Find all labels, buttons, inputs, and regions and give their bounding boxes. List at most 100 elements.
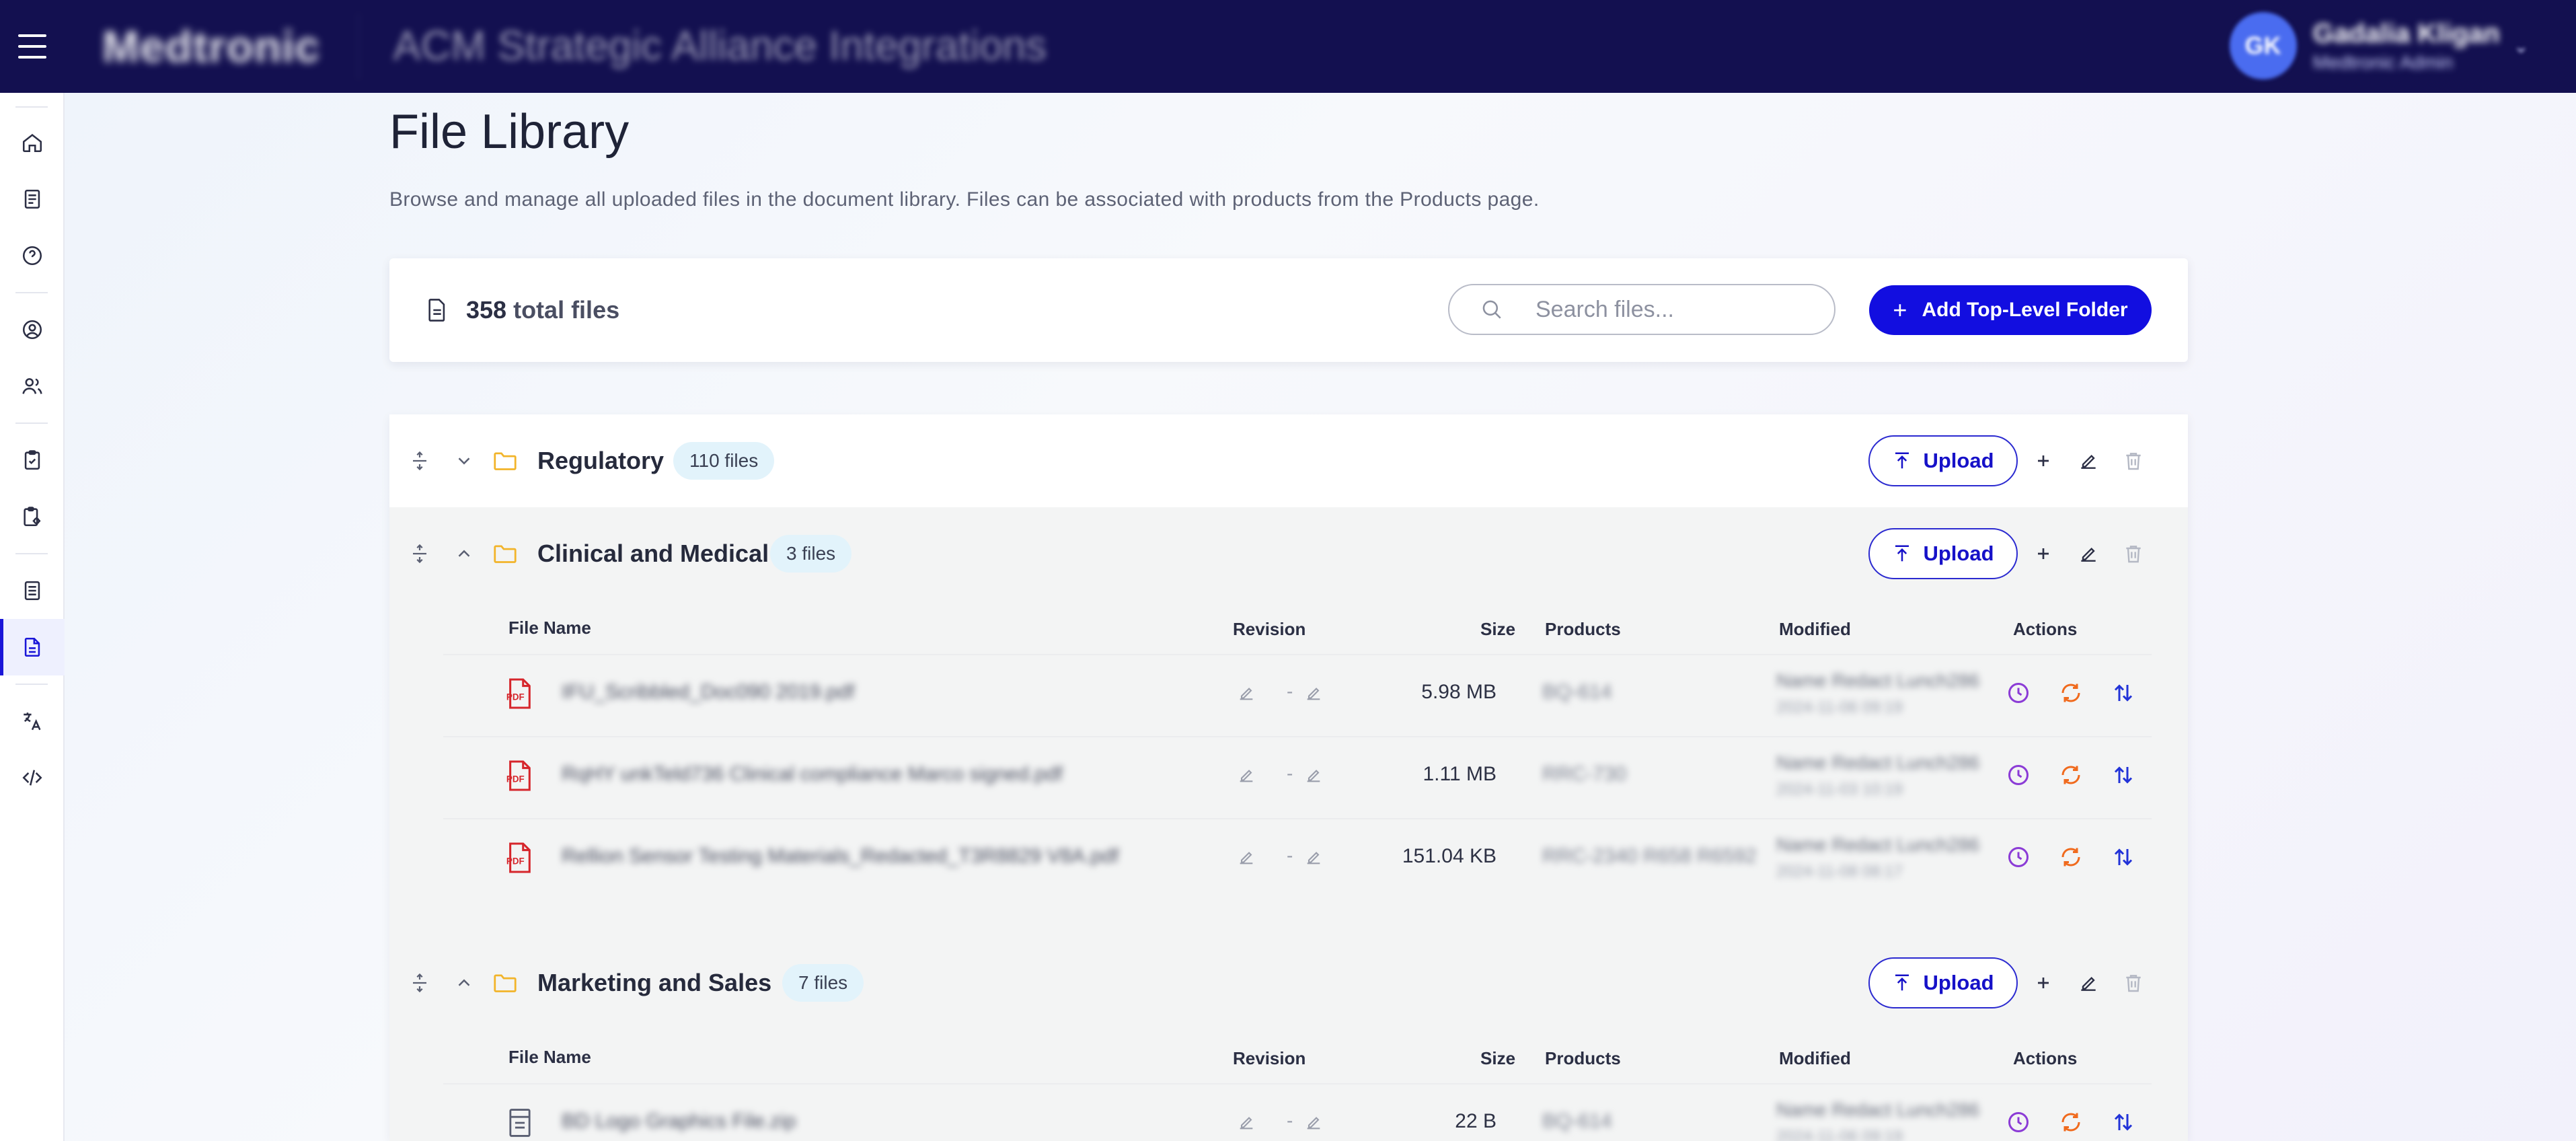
- pencil-icon[interactable]: [1237, 1113, 1256, 1132]
- pencil-icon[interactable]: [1237, 766, 1256, 784]
- document-list-icon: [24, 189, 40, 209]
- table-row[interactable]: BD Logo Graphics File.zip - 22 B BQ-614 …: [443, 1083, 2152, 1141]
- file-name[interactable]: IFU_Scribbled_Doc090 2019.pdf: [562, 681, 854, 704]
- file-history-button[interactable]: [2006, 1110, 2033, 1137]
- clipboard-icon: [24, 450, 40, 470]
- swap-vertical-icon: [2114, 684, 2133, 702]
- pencil-icon[interactable]: [1237, 684, 1256, 702]
- rename-folder-button[interactable]: [2074, 446, 2103, 476]
- file-move-button[interactable]: [2111, 681, 2138, 708]
- plus-icon: +: [1893, 296, 1907, 324]
- column-header-modified[interactable]: Modified: [1779, 1048, 1851, 1069]
- swap-vertical-icon: [2114, 766, 2133, 784]
- modified-by: Name Redact Lunch286: [1776, 1099, 1979, 1120]
- file-revision: -: [1287, 1110, 1293, 1131]
- file-revision: -: [1287, 845, 1293, 866]
- upload-icon: [1895, 545, 1909, 562]
- file-move-button[interactable]: [2111, 1110, 2138, 1137]
- sidebar-item-developer[interactable]: [0, 749, 65, 806]
- folder-file-count-badge: 110 files: [673, 442, 775, 480]
- add-top-level-folder-button[interactable]: + Add Top-Level Folder: [1869, 285, 2152, 335]
- file-history-button[interactable]: [2006, 681, 2033, 708]
- column-header-size[interactable]: Size: [1480, 619, 1515, 640]
- column-header-modified[interactable]: Modified: [1779, 619, 1851, 640]
- column-header-file-name[interactable]: File Name: [508, 1047, 591, 1068]
- file-size: 151.04 KB: [1402, 845, 1497, 867]
- sync-icon: [2061, 1113, 2080, 1132]
- sidebar-item-documents[interactable]: [0, 171, 65, 227]
- folder-name: Marketing and Sales: [537, 969, 772, 996]
- file-move-button[interactable]: [2111, 845, 2138, 872]
- delete-folder-button[interactable]: [2119, 446, 2148, 476]
- folder-icon: [494, 545, 517, 563]
- file-replace-button[interactable]: [2059, 681, 2086, 708]
- document-file-icon: [509, 1109, 531, 1137]
- column-header-revision[interactable]: Revision: [1233, 619, 1305, 640]
- upload-button[interactable]: Upload: [1868, 435, 2018, 486]
- sidebar-item-clipboard[interactable]: [0, 432, 65, 488]
- sidebar-item-users[interactable]: [0, 358, 65, 414]
- file-replace-button[interactable]: [2059, 845, 2086, 872]
- row-divider: [443, 654, 2152, 655]
- sidebar-item-help[interactable]: [0, 227, 65, 284]
- file-name[interactable]: Rellion Sensor Testing Materials_Redacte…: [562, 845, 1119, 868]
- column-header-products[interactable]: Products: [1545, 619, 1621, 640]
- folder-row-marketing-and-sales[interactable]: Marketing and Sales 7 files Upload: [389, 936, 2188, 1029]
- file-history-button[interactable]: [2006, 763, 2033, 790]
- sidebar-item-translate[interactable]: [0, 693, 65, 749]
- table-row[interactable]: PDF Rellion Sensor Testing Materials_Red…: [443, 818, 2152, 900]
- column-header-products[interactable]: Products: [1545, 1048, 1621, 1069]
- sidebar-item-home[interactable]: [0, 114, 65, 171]
- add-subfolder-button[interactable]: [2029, 446, 2058, 476]
- column-header-size[interactable]: Size: [1480, 1048, 1515, 1069]
- add-subfolder-button[interactable]: [2029, 968, 2058, 998]
- add-subfolder-button[interactable]: [2029, 539, 2058, 568]
- top-bar: Medtronic ACM Strategic Alliance Integra…: [0, 0, 2576, 93]
- upload-button[interactable]: Upload: [1868, 957, 2018, 1008]
- upload-button[interactable]: Upload: [1868, 528, 2018, 579]
- delete-folder-button[interactable]: [2119, 539, 2148, 568]
- file-name[interactable]: RqHY unkTeld736 Clinical compliance Marc…: [562, 763, 1063, 786]
- folder-row-clinical-and-medical[interactable]: Clinical and Medical 3 files Upload: [389, 507, 2188, 600]
- search-input[interactable]: [1536, 296, 1818, 323]
- rename-folder-button[interactable]: [2074, 539, 2103, 568]
- drag-handle-icon[interactable]: [410, 544, 430, 564]
- file-name[interactable]: BD Logo Graphics File.zip: [562, 1110, 796, 1133]
- sidebar-item-notebook[interactable]: [0, 562, 65, 619]
- chevron-up-icon[interactable]: [454, 544, 474, 564]
- chevron-down-icon[interactable]: [454, 451, 474, 471]
- column-header-revision[interactable]: Revision: [1233, 1048, 1305, 1069]
- delete-folder-button[interactable]: [2119, 968, 2148, 998]
- user-menu[interactable]: GK Gadalia Kligan Medtronic Admin ⌄: [2229, 12, 2529, 79]
- svg-text:PDF: PDF: [506, 774, 525, 784]
- pencil-icon[interactable]: [1237, 848, 1256, 867]
- folder-row-regulatory[interactable]: Regulatory 110 files Upload: [389, 414, 2188, 507]
- sidebar-item-document-settings[interactable]: [0, 488, 65, 545]
- table-row[interactable]: PDF RqHY unkTeld736 Clinical compliance …: [443, 736, 2152, 818]
- modified-by: Name Redact Lunch286: [1776, 752, 1979, 773]
- file-size: 1.11 MB: [1423, 763, 1497, 785]
- drag-handle-icon[interactable]: [410, 451, 430, 471]
- file-replace-button[interactable]: [2059, 763, 2086, 790]
- chevron-up-icon[interactable]: [454, 973, 474, 993]
- row-divider: [443, 818, 2152, 819]
- app-title: ACM Strategic Alliance Integrations: [358, 13, 1047, 80]
- menu-toggle-button[interactable]: [0, 0, 65, 93]
- search-box[interactable]: [1448, 284, 1835, 335]
- code-icon: [22, 770, 42, 786]
- swap-vertical-icon: [2114, 1113, 2133, 1131]
- file-replace-button[interactable]: [2059, 1110, 2086, 1137]
- file-history-button[interactable]: [2006, 845, 2033, 872]
- user-role: Medtronic Admin: [2312, 51, 2454, 73]
- column-header-file-name[interactable]: File Name: [508, 618, 591, 638]
- rename-folder-button[interactable]: [2074, 968, 2103, 998]
- sidebar-item-profile[interactable]: [0, 301, 65, 358]
- sidebar-item-file-library[interactable]: [0, 619, 65, 675]
- drag-handle-icon[interactable]: [410, 973, 430, 993]
- folder-file-count-badge: 3 files: [770, 535, 852, 573]
- file-move-button[interactable]: [2111, 763, 2138, 790]
- total-files-summary: 358 total files: [427, 296, 619, 324]
- avatar: GK: [2229, 12, 2297, 79]
- file-products: RRC-730: [1542, 763, 1627, 785]
- table-row[interactable]: PDF IFU_Scribbled_Doc090 2019.pdf - 5.98…: [443, 654, 2152, 736]
